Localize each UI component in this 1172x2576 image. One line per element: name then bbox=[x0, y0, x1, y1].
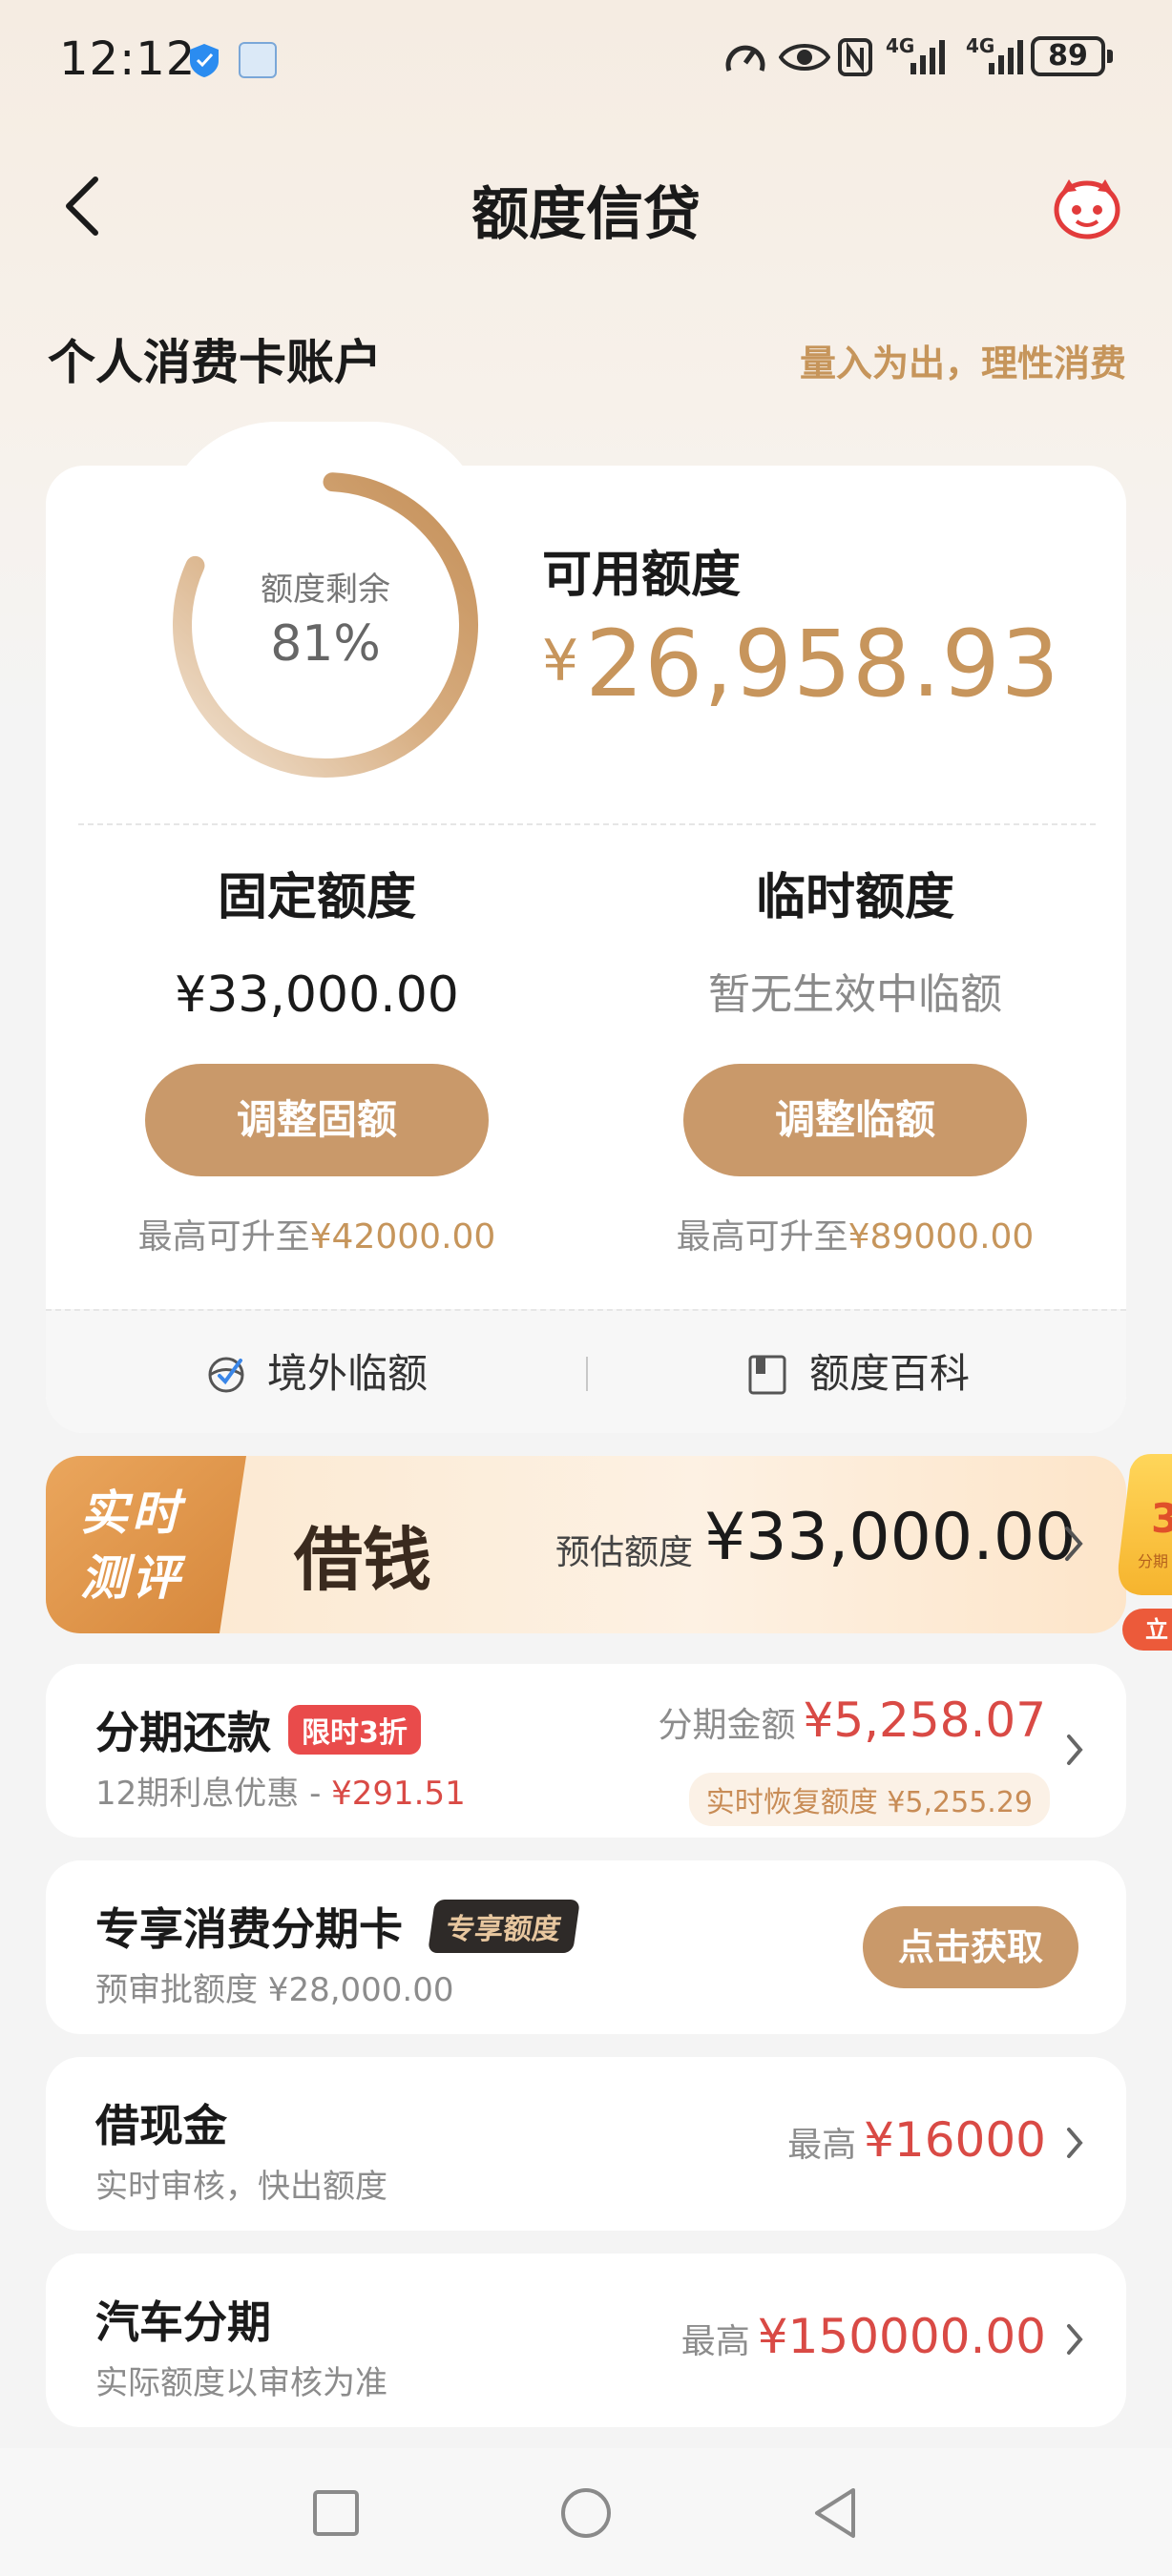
fixed-limit-hint: 最高可升至¥42000.00 bbox=[69, 1209, 565, 1258]
get-now-button[interactable]: 点击获取 bbox=[863, 1906, 1078, 1988]
available-value: 26,958.93 bbox=[585, 611, 1060, 717]
remaining-percent: 81% bbox=[270, 615, 381, 673]
borrow-money-banner[interactable]: 实时 测评 借钱 预估额度 ¥33,000.00 bbox=[46, 1456, 1126, 1633]
item-right: 最高 ¥16000 bbox=[787, 2112, 1046, 2168]
tag-line-2: 测评 bbox=[80, 1550, 183, 1606]
available-amount: ¥26,958.93 bbox=[542, 611, 1060, 717]
page-title: 额度信贷 bbox=[471, 181, 701, 248]
page-header: 额度信贷 bbox=[0, 153, 1172, 258]
sub-prefix: 12期利息优惠 - bbox=[95, 1775, 332, 1813]
overseas-temp-limit-link[interactable]: 境外临额 bbox=[204, 1347, 428, 1401]
temp-limit-column: 临时额度 暂无生效中临额 调整临额 最高可升至¥89000.00 bbox=[607, 863, 1103, 1258]
footer-separator bbox=[586, 1357, 588, 1391]
account-card-footer: 境外临额 额度百科 bbox=[46, 1309, 1126, 1433]
item-title: 专享消费分期卡 专享额度 bbox=[95, 1895, 580, 1958]
mascot-icon[interactable] bbox=[1048, 172, 1126, 240]
promo-tag: 限时3折 bbox=[288, 1705, 421, 1755]
shield-icon bbox=[190, 44, 219, 77]
item-title: 借现金 bbox=[95, 2100, 227, 2151]
item-subtitle: 12期利息优惠 - ¥291.51 bbox=[95, 1767, 466, 1814]
car-installment-card[interactable]: 汽车分期 实际额度以审核为准 最高 ¥150000.00 bbox=[46, 2254, 1126, 2427]
home-icon[interactable] bbox=[557, 2484, 615, 2542]
limit-wiki-link[interactable]: 额度百科 bbox=[746, 1347, 970, 1401]
hint-amount: ¥89000.00 bbox=[848, 1217, 1035, 1257]
item-subtitle: 实际额度以审核为准 bbox=[95, 2364, 387, 2402]
sub-amount: ¥291.51 bbox=[331, 1775, 466, 1813]
nfc-icon bbox=[838, 38, 872, 76]
app-notification-icon bbox=[239, 42, 277, 78]
right-label: 最高 bbox=[680, 2322, 750, 2361]
item-title: 汽车分期 bbox=[95, 2296, 271, 2348]
back-triangle-icon[interactable] bbox=[807, 2484, 865, 2542]
item-subtitle: 实时审核，快出额度 bbox=[95, 2168, 387, 2206]
right-amount: ¥16000 bbox=[864, 2112, 1046, 2168]
globe-check-icon bbox=[208, 1357, 244, 1393]
fixed-limit-value: ¥33,000.00 bbox=[175, 966, 459, 1024]
chevron-right-icon bbox=[1065, 1527, 1083, 1561]
badge-action-button[interactable]: 立 bbox=[1122, 1609, 1172, 1651]
item-title-text: 分期还款 bbox=[95, 1707, 271, 1758]
status-time: 12:12 bbox=[59, 32, 197, 86]
adjust-temp-button[interactable]: 调整临额 bbox=[683, 1064, 1027, 1176]
status-bar: 12:12 4G 4G 89 bbox=[0, 0, 1172, 114]
eye-icon bbox=[779, 44, 830, 71]
item-subtitle: 预审批额度 ¥28,000.00 bbox=[95, 1971, 454, 2009]
account-section-title: 个人消费卡账户 bbox=[48, 335, 382, 390]
account-slogan: 量入为出，理性消费 bbox=[799, 343, 1126, 384]
temp-limit-hint: 最高可升至¥89000.00 bbox=[607, 1209, 1103, 1258]
badge-digit: 3 bbox=[1151, 1495, 1172, 1542]
hint-amount: ¥42000.00 bbox=[309, 1217, 496, 1257]
estimated-limit-label: 预估额度 bbox=[555, 1533, 694, 1572]
available-label: 可用额度 bbox=[542, 547, 742, 604]
chevron-right-icon bbox=[1067, 1735, 1083, 1765]
estimated-limit-amount: ¥33,000.00 bbox=[704, 1500, 1077, 1575]
item-right: 最高 ¥150000.00 bbox=[681, 2309, 1046, 2364]
exclusive-installment-card[interactable]: 专享消费分期卡 专享额度 预审批额度 ¥28,000.00 点击获取 bbox=[46, 1860, 1126, 2034]
cash-loan-card[interactable]: 借现金 实时审核，快出额度 最高 ¥16000 bbox=[46, 2057, 1126, 2231]
right-label: 分期金额 bbox=[658, 1706, 796, 1745]
signal-icon bbox=[989, 40, 1023, 74]
badge-label: 分期 bbox=[1138, 1552, 1168, 1570]
system-nav-bar bbox=[0, 2448, 1172, 2576]
chevron-right-icon bbox=[1067, 2324, 1083, 2355]
exclusive-tag: 专享额度 bbox=[428, 1900, 580, 1953]
fixed-limit-title: 固定额度 bbox=[217, 869, 416, 926]
battery-indicator: 89 bbox=[1031, 36, 1113, 76]
loan-title: 借钱 bbox=[294, 1519, 432, 1600]
remaining-label: 额度剩余 bbox=[261, 571, 390, 609]
realtime-eval-tag: 实时 测评 bbox=[80, 1481, 183, 1610]
recent-apps-icon[interactable] bbox=[307, 2484, 365, 2542]
installment-float-badge[interactable]: 3 分期 bbox=[1113, 1450, 1172, 1607]
book-icon bbox=[748, 1355, 786, 1395]
footer-right-label: 额度百科 bbox=[809, 1350, 971, 1397]
speed-icon bbox=[725, 45, 765, 72]
right-amount: ¥5,258.07 bbox=[803, 1693, 1046, 1748]
installment-repay-card[interactable]: 分期还款 限时3折 12期利息优惠 - ¥291.51 分期金额 ¥5,258.07… bbox=[46, 1664, 1126, 1838]
tag-line-1: 实时 bbox=[80, 1485, 183, 1541]
temp-limit-title: 临时额度 bbox=[755, 869, 954, 926]
hint-prefix: 最高可升至 bbox=[137, 1217, 310, 1257]
right-label: 最高 bbox=[787, 2126, 857, 2165]
restore-limit-note: 实时恢复额度 ¥5,255.29 bbox=[688, 1773, 1050, 1826]
adjust-fixed-button[interactable]: 调整固额 bbox=[145, 1064, 489, 1176]
currency-symbol: ¥ bbox=[542, 628, 580, 695]
hint-prefix: 最高可升至 bbox=[676, 1217, 848, 1257]
fixed-limit-column: 固定额度 ¥33,000.00 调整固额 最高可升至¥42000.00 bbox=[69, 863, 565, 1258]
item-title: 分期还款 限时3折 bbox=[95, 1698, 421, 1761]
footer-left-label: 境外临额 bbox=[267, 1350, 429, 1397]
right-amount: ¥150000.00 bbox=[757, 2309, 1046, 2364]
divider bbox=[78, 823, 1096, 825]
temp-limit-value: 暂无生效中临额 bbox=[708, 970, 1002, 1019]
signal-icon bbox=[910, 40, 945, 74]
item-title-text: 专享消费分期卡 bbox=[95, 1903, 403, 1955]
chevron-right-icon bbox=[1067, 2128, 1083, 2158]
item-right: 分期金额 ¥5,258.07 bbox=[659, 1693, 1046, 1748]
status-icons: 4G 4G 89 bbox=[716, 34, 1117, 82]
